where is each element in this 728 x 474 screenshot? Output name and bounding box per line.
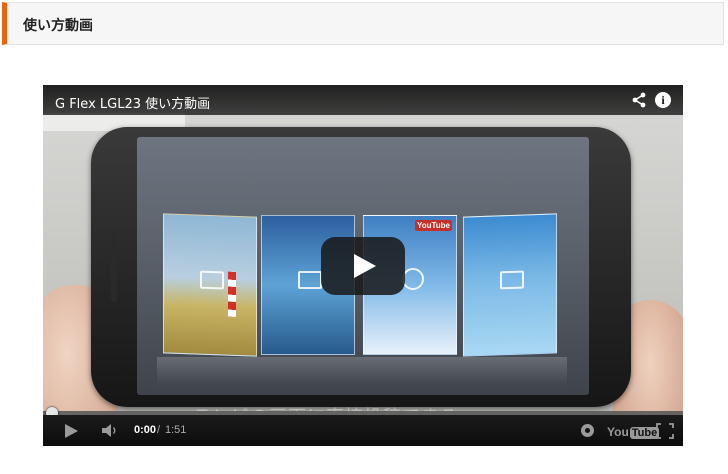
youtube-logo[interactable]: You Tube <box>607 423 660 439</box>
video-title-bar: G Flex LGL23 使い方動画 i <box>43 85 683 115</box>
youtube-badge: YouTube <box>414 220 452 231</box>
video-title[interactable]: G Flex LGL23 使い方動画 <box>55 93 210 112</box>
gallery-icon <box>200 270 224 290</box>
video-player[interactable]: YouTube G Flex LGL23 使い方動画 i テレビの画面に直接投稿… <box>43 85 683 446</box>
play-icon[interactable] <box>65 424 78 438</box>
youtube-logo-tube: Tube <box>629 427 660 439</box>
film-icon <box>298 271 322 289</box>
share-icon[interactable] <box>631 92 647 108</box>
duration: 1:51 <box>165 424 187 436</box>
volume-icon[interactable] <box>101 423 119 438</box>
gallery-panel <box>163 213 257 357</box>
time-separator: / <box>157 424 161 436</box>
section-header: 使い方動画 <box>2 2 724 45</box>
youtube-logo-you: You <box>607 425 629 439</box>
control-bar: 0:00 / 1:51 You Tube <box>43 415 683 446</box>
phone-speaker <box>111 232 117 302</box>
tv-panel <box>463 213 557 357</box>
current-time: 0:00 <box>134 424 157 436</box>
play-circle-icon <box>402 268 424 290</box>
settings-icon[interactable] <box>581 424 594 437</box>
screen-reflection <box>157 357 567 385</box>
lighthouse-image <box>228 271 236 317</box>
tv-icon <box>500 270 524 290</box>
play-icon[interactable] <box>321 237 405 295</box>
fullscreen-icon[interactable] <box>656 423 674 439</box>
section-title: 使い方動画 <box>23 18 93 34</box>
info-icon[interactable]: i <box>655 92 671 108</box>
